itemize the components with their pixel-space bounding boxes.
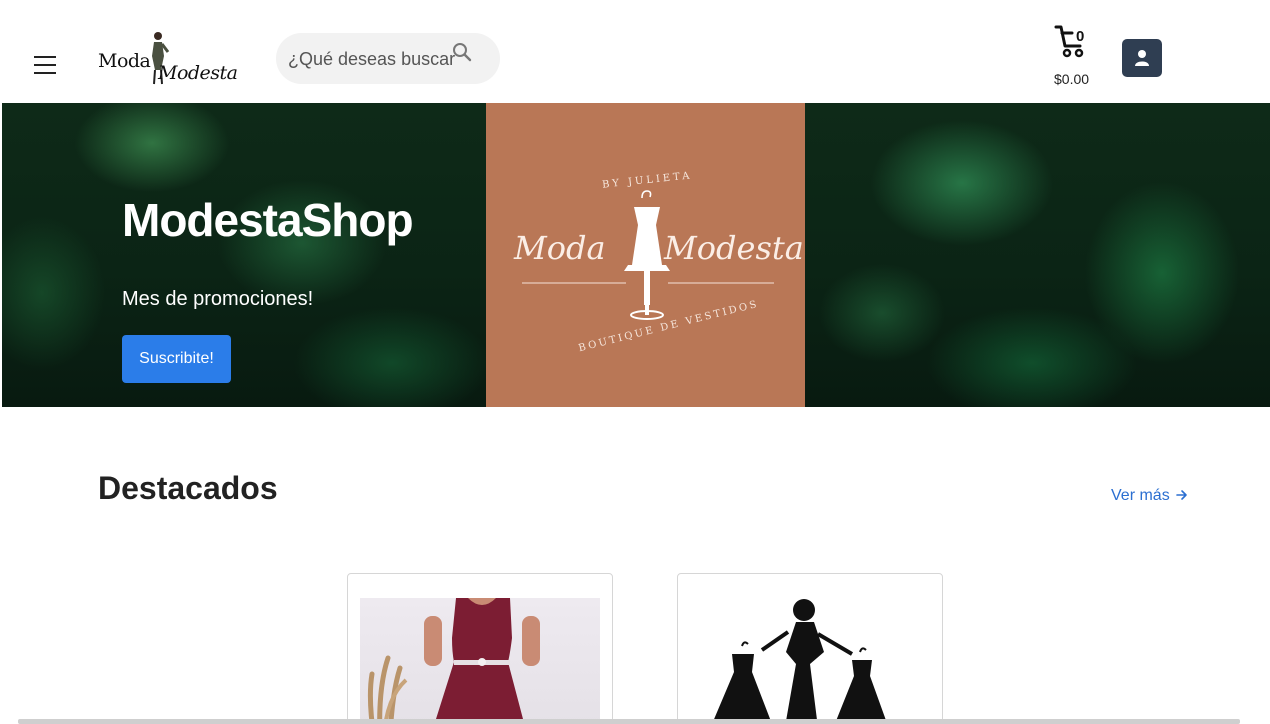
brand-logo-card: BY JULIETA Moda Modesta BOUTIQUE DE VEST… bbox=[486, 103, 805, 407]
brand-script-modesta: Modesta bbox=[664, 229, 804, 267]
cart-total: $0.00 bbox=[1054, 71, 1090, 87]
hero-title: ModestaShop bbox=[122, 194, 414, 246]
cart-count: 0 bbox=[1076, 28, 1085, 45]
see-more-label: Ver más bbox=[1111, 487, 1170, 504]
featured-title: Destacados bbox=[98, 470, 278, 506]
search-icon[interactable] bbox=[451, 41, 473, 63]
site-header: Moda Modesta 0 $0.00 bbox=[0, 0, 1270, 103]
product-card[interactable] bbox=[677, 573, 943, 724]
cart-icon bbox=[1054, 25, 1084, 58]
menu-icon[interactable] bbox=[34, 54, 56, 74]
hero-banner: ModestaShop Mes de promociones! Suscribi… bbox=[2, 103, 1270, 407]
brand-script-moda: Moda bbox=[514, 229, 606, 267]
silhouette-dresses-illustration bbox=[712, 599, 888, 724]
subscribe-button[interactable]: Suscribite! bbox=[122, 335, 231, 383]
user-icon bbox=[1135, 50, 1149, 66]
search-input[interactable] bbox=[288, 47, 456, 71]
logo-word-modesta: Modesta bbox=[158, 62, 238, 84]
see-more-link[interactable]: Ver más bbox=[1111, 487, 1188, 505]
product-card[interactable] bbox=[347, 573, 613, 724]
search-bar bbox=[276, 33, 500, 84]
product-image[interactable] bbox=[360, 598, 600, 724]
hero-subtitle: Mes de promociones! bbox=[122, 288, 314, 310]
user-account-button[interactable] bbox=[1122, 39, 1162, 77]
cart-button[interactable]: 0 $0.00 bbox=[1052, 22, 1098, 90]
product-image[interactable] bbox=[692, 594, 928, 724]
arrow-right-icon bbox=[1176, 490, 1187, 500]
site-logo[interactable]: Moda Modesta bbox=[96, 28, 250, 88]
burgundy-dress-photo bbox=[367, 598, 540, 724]
horizontal-scrollbar[interactable] bbox=[18, 719, 1240, 724]
logo-word-moda: Moda bbox=[98, 50, 151, 72]
